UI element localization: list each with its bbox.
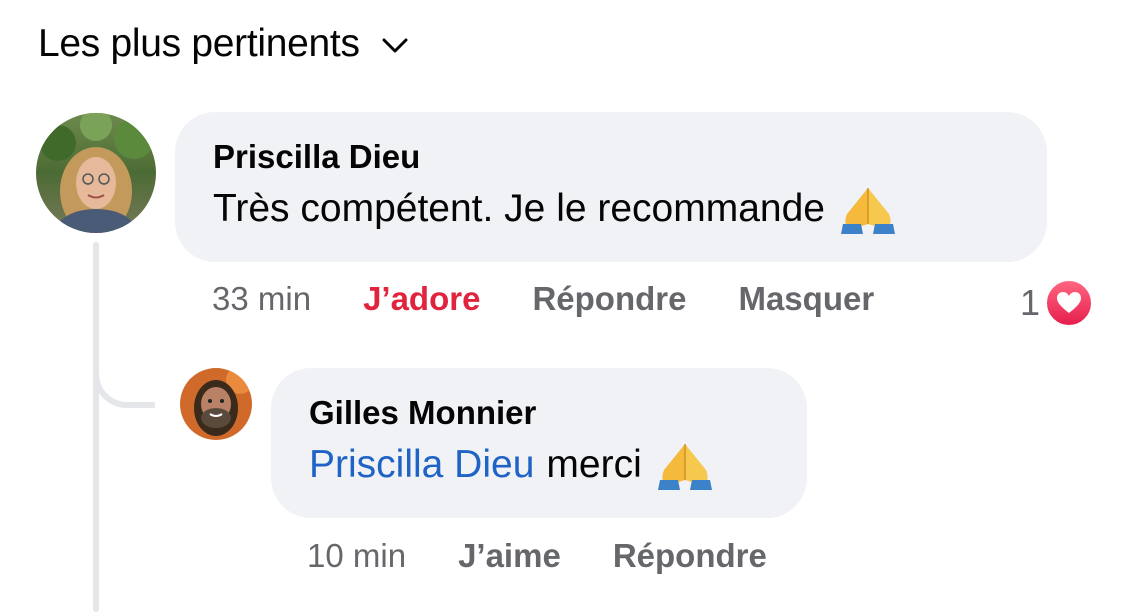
reaction-count: 1 xyxy=(1020,282,1041,323)
reply-bubble: Gilles Monnier Priscilla Dieu merci xyxy=(271,368,807,518)
comment-text: Très compétent. Je le recommande xyxy=(213,184,1047,234)
hide-button[interactable]: Masquer xyxy=(738,280,874,318)
comment-time[interactable]: 33 min xyxy=(212,280,311,318)
mention-link[interactable]: Priscilla Dieu xyxy=(309,443,534,487)
chevron-down-icon xyxy=(382,38,408,53)
reply-button[interactable]: Répondre xyxy=(532,280,686,318)
avatar[interactable] xyxy=(36,113,156,233)
folded-hands-icon xyxy=(840,188,895,234)
reaction-summary[interactable]: 1 xyxy=(1020,278,1095,328)
heart-icon xyxy=(1044,278,1095,328)
reply-button[interactable]: Répondre xyxy=(613,537,767,575)
react-button[interactable]: J’adore xyxy=(363,280,480,318)
reply-connector xyxy=(93,362,155,408)
avatar[interactable] xyxy=(180,368,252,440)
comment-body: Très compétent. Je le recommande xyxy=(213,187,825,230)
folded-hands-icon xyxy=(657,444,712,490)
comment-time[interactable]: 10 min xyxy=(307,537,406,575)
comment-actions: 33 min J’adore Répondre Masquer xyxy=(212,280,874,318)
reply-actions: 10 min J’aime Répondre xyxy=(307,537,767,575)
comment-author[interactable]: Gilles Monnier xyxy=(309,394,807,432)
like-button[interactable]: J’aime xyxy=(458,537,561,575)
comment-author[interactable]: Priscilla Dieu xyxy=(213,138,1047,176)
comment-body: merci xyxy=(546,443,642,486)
thread-line xyxy=(93,242,99,612)
sort-dropdown[interactable]: Les plus pertinents xyxy=(38,22,408,66)
sort-label: Les plus pertinents xyxy=(38,22,360,65)
comment-text: Priscilla Dieu merci xyxy=(309,440,807,490)
comment-bubble: Priscilla Dieu Très compétent. Je le rec… xyxy=(175,112,1047,262)
